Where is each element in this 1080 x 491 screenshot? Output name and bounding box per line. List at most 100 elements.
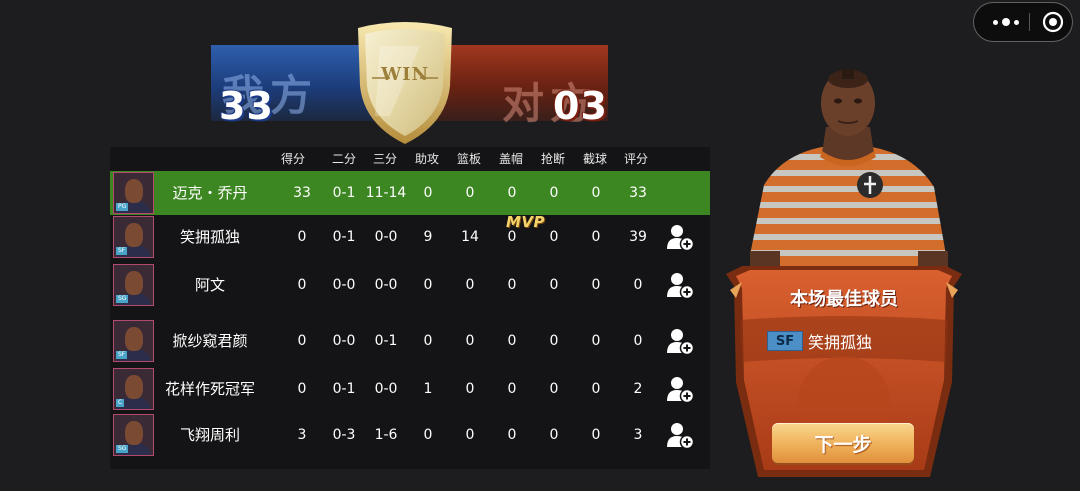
stat-blocks: 0 — [507, 427, 517, 443]
stat-two-pt: 0-0 — [332, 277, 356, 293]
player-position-badge: SF — [116, 351, 128, 359]
mvp-award-title: 本场最佳球员 — [790, 289, 898, 310]
away-score: 03 — [553, 84, 608, 128]
player-name: 阿文 — [194, 276, 225, 294]
header-rebounds: 篮板 — [457, 152, 482, 166]
player-avatar: PG — [113, 172, 154, 214]
player-position-badge: SG — [116, 445, 129, 453]
player-row: SF 掀纱窥君颜 0 0-0 0-1 0 0 0 0 0 0 — [110, 319, 710, 363]
header-steals: 抢断 — [541, 152, 566, 166]
stat-assists: 9 — [423, 229, 433, 245]
stat-intercepts: 0 — [591, 333, 601, 349]
mvp-player-name: 笑拥孤独 — [808, 333, 873, 352]
player-position-badge: PG — [116, 203, 129, 211]
mvp-position-badge: SF — [767, 331, 803, 351]
player-avatar: SF — [113, 320, 154, 362]
add-friend-icon[interactable] — [665, 222, 695, 252]
stat-blocks: 0 — [507, 185, 517, 201]
stat-assists: 0 — [423, 427, 433, 443]
player-position-badge: C — [116, 399, 125, 407]
stat-rebounds: 0 — [465, 185, 475, 201]
stat-blocks: 0 — [507, 333, 517, 349]
target-circle-icon[interactable] — [1042, 11, 1064, 33]
stat-intercepts: 0 — [591, 427, 601, 443]
stat-three-pt: 1-6 — [374, 427, 398, 443]
stat-three-pt: 11-14 — [365, 185, 407, 201]
player-name: 掀纱窥君颜 — [172, 332, 248, 350]
player-avatar: SG — [113, 264, 154, 306]
player-name: 花样作死冠军 — [164, 380, 255, 398]
add-friend-icon[interactable] — [665, 420, 695, 450]
mvp-player-figure — [750, 69, 948, 295]
player-avatar: SF — [113, 216, 154, 258]
header-assists: 助攻 — [415, 152, 440, 166]
stat-steals: 0 — [549, 333, 559, 349]
stat-rating: 33 — [629, 185, 647, 201]
stat-two-pt: 0-0 — [332, 333, 356, 349]
mini-program-capsule — [973, 2, 1073, 42]
stat-rating: 0 — [633, 333, 643, 349]
stat-rebounds: 0 — [465, 277, 475, 293]
stat-two-pt: 0-1 — [332, 185, 356, 201]
result-label: WIN — [380, 64, 430, 85]
stat-intercepts: 0 — [591, 277, 601, 293]
stat-blocks: 0 — [507, 277, 517, 293]
stat-assists: 0 — [423, 277, 433, 293]
player-name: 迈克・乔丹 — [172, 184, 248, 202]
stat-two-pt: 0-1 — [332, 229, 356, 245]
stat-steals: 0 — [549, 277, 559, 293]
more-dots-icon[interactable] — [986, 3, 1026, 41]
stat-rating: 0 — [633, 277, 643, 293]
stat-steals: 0 — [549, 427, 559, 443]
stat-points: 0 — [297, 333, 307, 349]
stats-table: 得分 二分 三分 助攻 篮板 盖帽 抢断 截球 评分 PG 迈克・乔丹 33 0-1 1… — [110, 147, 710, 469]
header-three-pt: 三分 — [373, 152, 398, 166]
add-friend-icon[interactable] — [665, 270, 695, 300]
player-name: 笑拥孤独 — [179, 228, 240, 246]
header-blocks: 盖帽 — [499, 152, 524, 166]
add-friend-icon[interactable] — [665, 326, 695, 356]
stat-points: 3 — [297, 427, 307, 443]
player-row: SG 飞翔周利 3 0-3 1-6 0 0 0 0 0 3 — [110, 413, 710, 457]
home-score: 33 — [219, 84, 274, 128]
stat-steals: 0 — [549, 185, 559, 201]
player-row: SG 阿文 0 0-0 0-0 0 0 0 0 0 0 — [110, 263, 710, 307]
player-row: C 花样作死冠军 0 0-1 0-0 1 0 0 0 0 2 — [110, 367, 710, 411]
stat-two-pt: 0-1 — [332, 381, 356, 397]
stat-three-pt: 0-0 — [374, 381, 398, 397]
stat-rebounds: 0 — [465, 381, 475, 397]
stat-rebounds: 0 — [465, 427, 475, 443]
stat-three-pt: 0-1 — [374, 333, 398, 349]
player-position-badge: SF — [116, 247, 128, 255]
stat-intercepts: 0 — [591, 185, 601, 201]
stat-assists: 0 — [423, 333, 433, 349]
stat-rating: 3 — [633, 427, 643, 443]
stat-three-pt: 0-0 — [374, 229, 398, 245]
stat-assists: 0 — [423, 185, 433, 201]
player-position-badge: SG — [116, 295, 129, 303]
player-avatar: SG — [113, 414, 154, 456]
stat-rating: 39 — [629, 229, 647, 245]
stat-points: 0 — [297, 277, 307, 293]
stat-points: 33 — [293, 185, 311, 201]
stat-rebounds: 14 — [461, 229, 479, 245]
stat-blocks: 0 — [507, 381, 517, 397]
stat-three-pt: 0-0 — [374, 277, 398, 293]
stat-rebounds: 0 — [465, 333, 475, 349]
stat-two-pt: 0-3 — [332, 427, 356, 443]
capsule-divider — [1029, 13, 1030, 31]
player-avatar: C — [113, 368, 154, 410]
header-points: 得分 — [281, 152, 306, 166]
next-step-button[interactable]: 下一步 — [772, 423, 914, 463]
header-two-pt: 二分 — [332, 152, 357, 166]
stat-points: 0 — [297, 229, 307, 245]
mvp-badge: MVP — [506, 213, 546, 231]
add-friend-icon[interactable] — [665, 374, 695, 404]
stat-rating: 2 — [633, 381, 643, 397]
player-name: 飞翔周利 — [179, 426, 240, 444]
stat-intercepts: 0 — [591, 229, 601, 245]
player-row: PG 迈克・乔丹 33 0-1 11-14 0 0 0 0 0 33 — [110, 171, 710, 215]
player-row: SF 笑拥孤独 0 0-1 0-0 9 14 0 0 0 39 — [110, 215, 710, 259]
header-rating: 评分 — [624, 152, 649, 166]
header-intercepts: 截球 — [583, 152, 608, 166]
